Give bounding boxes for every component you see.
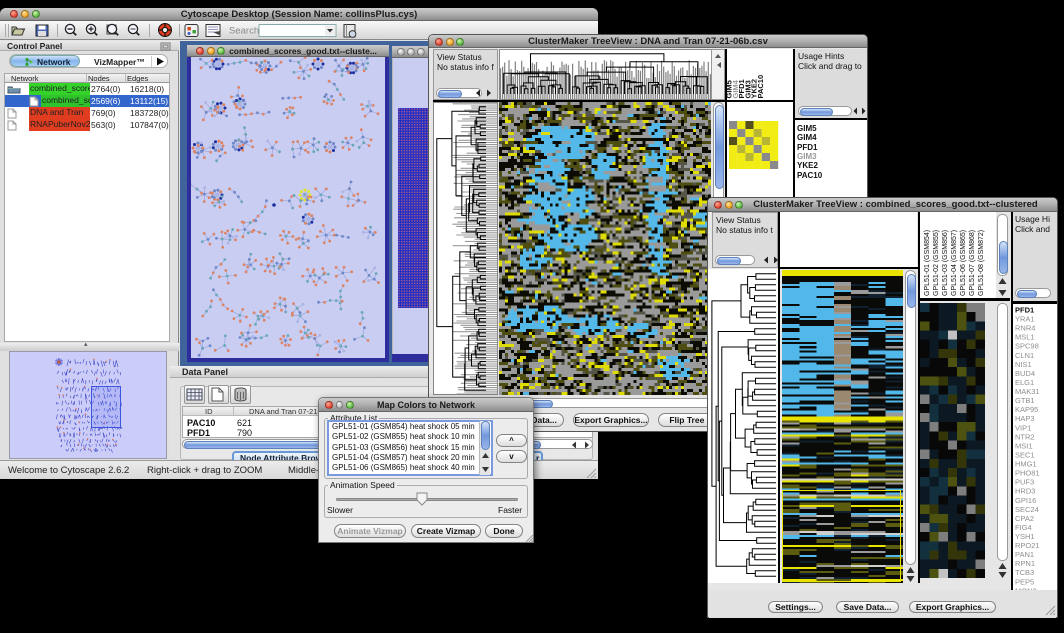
- svg-text:YRA1: YRA1: [1015, 315, 1035, 324]
- svg-text:HAP3: HAP3: [1015, 414, 1035, 423]
- svg-text:MAK31: MAK31: [1015, 387, 1040, 396]
- svg-text:GPL51-02 (GSM855): GPL51-02 (GSM855): [933, 230, 940, 296]
- svg-text:CPA2: CPA2: [1015, 514, 1034, 523]
- svg-text:ELG1: ELG1: [1015, 378, 1034, 387]
- svg-text:HRD3: HRD3: [1015, 487, 1035, 496]
- svg-text:Search:: Search:: [229, 26, 262, 37]
- svg-text:VIP1: VIP1: [1015, 423, 1031, 432]
- svg-text:PEP5: PEP5: [1015, 577, 1034, 586]
- svg-text:TCB3: TCB3: [1015, 568, 1034, 577]
- svg-text:RPN1: RPN1: [1015, 559, 1035, 568]
- svg-text:RNR4: RNR4: [1015, 324, 1035, 333]
- svg-text:GPL51-01 (GSM854): GPL51-01 (GSM854): [924, 230, 931, 296]
- svg-text:CLN1: CLN1: [1015, 351, 1034, 360]
- svg-text:RPO21: RPO21: [1015, 541, 1040, 550]
- svg-text:SEC24: SEC24: [1015, 505, 1039, 514]
- svg-text:NTR2: NTR2: [1015, 432, 1035, 441]
- svg-text:YSH1: YSH1: [1015, 532, 1035, 541]
- svg-text:GPL51-03 (GSM856): GPL51-03 (GSM856): [942, 230, 949, 296]
- svg-text:GPL51-07 (GSM868): GPL51-07 (GSM868): [969, 230, 976, 296]
- svg-text:GPL51-08 (GSM872): GPL51-08 (GSM872): [978, 230, 985, 296]
- svg-text:SEC1: SEC1: [1015, 451, 1035, 460]
- svg-text:FIG4: FIG4: [1015, 523, 1032, 532]
- svg-text:GPI16: GPI16: [1015, 496, 1036, 505]
- svg-text:SPC98: SPC98: [1015, 342, 1039, 351]
- svg-text:GPL51-06 (GSM865): GPL51-06 (GSM865): [960, 230, 967, 296]
- svg-text:MSI1: MSI1: [1015, 441, 1033, 450]
- svg-text:KAP95: KAP95: [1015, 405, 1038, 414]
- svg-text:PFD1: PFD1: [1015, 306, 1034, 315]
- svg-text:PHO81: PHO81: [1015, 469, 1040, 478]
- svg-text:HMG1: HMG1: [1015, 460, 1037, 469]
- svg-text:MSL1: MSL1: [1015, 333, 1035, 342]
- svg-text:GTB1: GTB1: [1015, 396, 1035, 405]
- svg-text:PAC10: PAC10: [756, 75, 765, 99]
- svg-text:PUF3: PUF3: [1015, 478, 1034, 487]
- svg-text:BUD4: BUD4: [1015, 369, 1035, 378]
- svg-text:PAN1: PAN1: [1015, 550, 1034, 559]
- svg-text:NIS1: NIS1: [1015, 360, 1032, 369]
- svg-text:GPL51-04 (GSM857): GPL51-04 (GSM857): [951, 230, 958, 296]
